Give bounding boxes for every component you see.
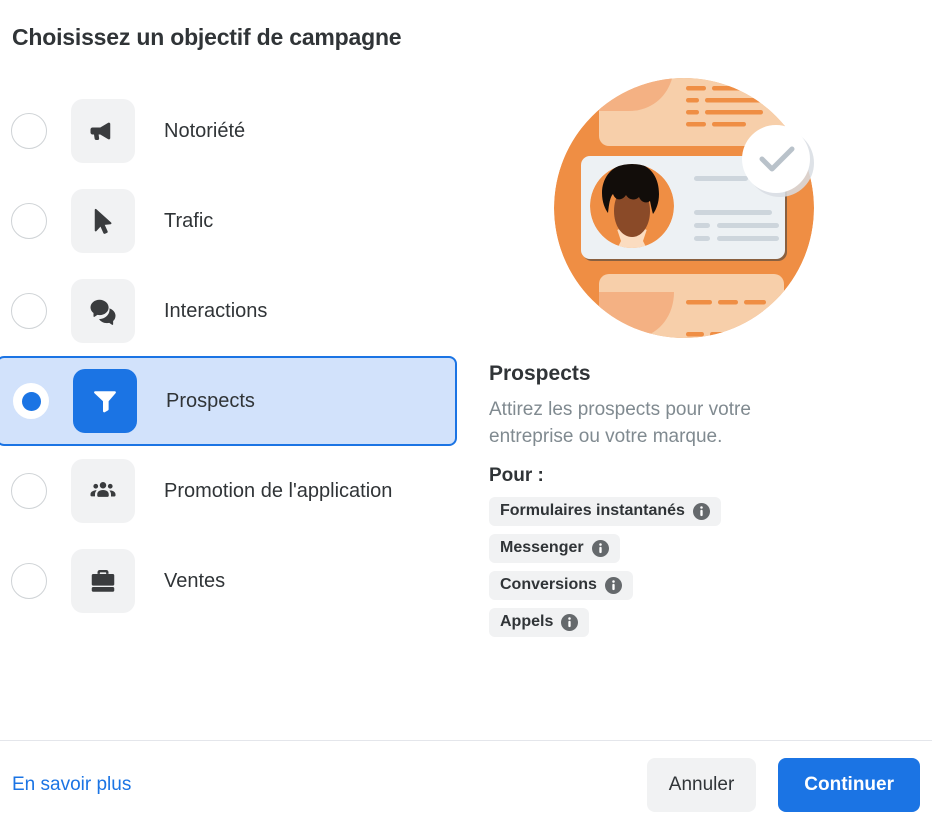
objective-list: Notoriété Trafic Interactions Prospects … xyxy=(0,86,466,626)
info-icon[interactable] xyxy=(561,613,579,631)
campaign-objective-dialog: Choisissez un objectif de campagne Notor… xyxy=(0,0,932,828)
radio-notoriete[interactable] xyxy=(11,113,47,149)
cancel-button[interactable]: Annuler xyxy=(646,757,757,812)
info-icon[interactable] xyxy=(604,576,622,594)
chat-bubbles-icon xyxy=(71,279,135,343)
objective-detail-panel: Prospects Attirez les prospects pour vot… xyxy=(489,78,909,645)
objective-label: Trafic xyxy=(164,209,214,232)
objective-label: Ventes xyxy=(164,569,226,592)
page-title: Choisissez un objectif de campagne xyxy=(12,24,402,50)
radio-promotion-application[interactable] xyxy=(11,473,47,509)
objective-label: Notoriété xyxy=(164,119,246,142)
objective-option-ventes[interactable]: Ventes xyxy=(0,536,466,626)
objective-option-prospects[interactable]: Prospects xyxy=(0,356,457,446)
objective-label: Promotion de l'application xyxy=(164,479,393,502)
objective-option-interactions[interactable]: Interactions xyxy=(0,266,466,356)
radio-prospects[interactable] xyxy=(13,383,49,419)
detail-description: Attirez les prospects pour votre entrepr… xyxy=(489,399,751,447)
detail-tag-list: Formulaires instantanés Messenger Conver… xyxy=(489,497,909,645)
funnel-icon xyxy=(73,369,137,433)
tag-formulaires-instantanes[interactable]: Formulaires instantanés xyxy=(489,497,721,526)
tag-label: Messenger xyxy=(500,539,584,556)
briefcase-icon xyxy=(71,549,135,613)
radio-trafic[interactable] xyxy=(11,203,47,239)
tag-appels[interactable]: Appels xyxy=(489,608,590,637)
dialog-footer: En savoir plus Annuler Continuer xyxy=(0,740,932,828)
continue-button[interactable]: Continuer xyxy=(778,757,920,812)
objective-label: Prospects xyxy=(166,389,255,412)
detail-title: Prospects xyxy=(489,362,591,385)
tag-label: Conversions xyxy=(500,576,597,593)
objective-label: Interactions xyxy=(164,299,268,322)
radio-ventes[interactable] xyxy=(11,563,47,599)
objective-option-notoriete[interactable]: Notoriété xyxy=(0,86,466,176)
tag-label: Formulaires instantanés xyxy=(500,502,685,519)
info-icon[interactable] xyxy=(692,502,710,520)
info-icon[interactable] xyxy=(591,539,609,557)
lead-form-illustration xyxy=(489,78,909,348)
detail-for-label: Pour : xyxy=(489,465,544,486)
tag-conversions[interactable]: Conversions xyxy=(489,571,633,600)
radio-interactions[interactable] xyxy=(11,293,47,329)
learn-more-link[interactable]: En savoir plus xyxy=(12,774,131,796)
objective-option-promotion-application[interactable]: Promotion de l'application xyxy=(0,446,466,536)
objective-option-trafic[interactable]: Trafic xyxy=(0,176,466,266)
tag-messenger[interactable]: Messenger xyxy=(489,534,620,563)
people-group-icon xyxy=(71,459,135,523)
cursor-icon xyxy=(71,189,135,253)
tag-label: Appels xyxy=(500,613,554,630)
megaphone-icon xyxy=(71,99,135,163)
dialog-body: Choisissez un objectif de campagne Notor… xyxy=(0,0,932,740)
